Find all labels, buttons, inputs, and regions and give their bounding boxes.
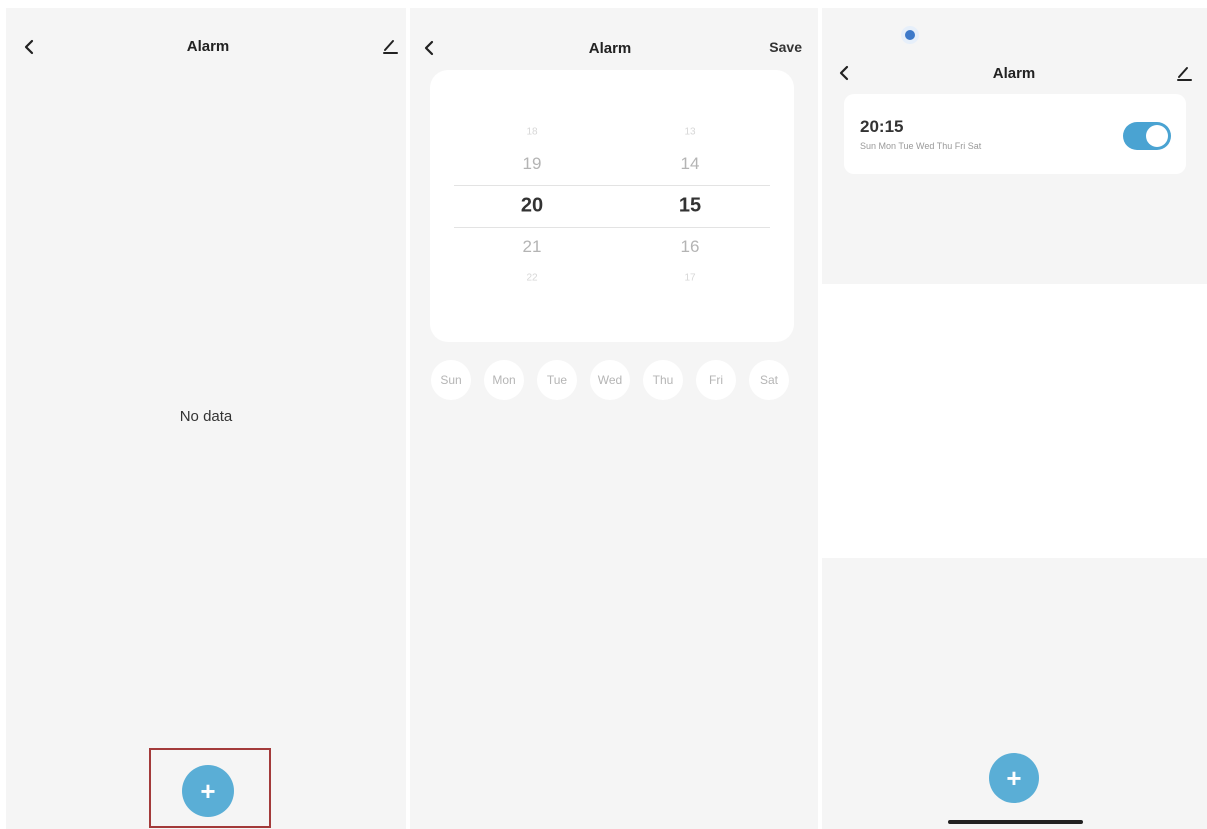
hour-option: 21 <box>522 237 542 256</box>
alarm-empty-screen: Alarm No data + <box>6 8 406 829</box>
day-chip-mon[interactable]: Mon <box>484 360 524 400</box>
add-alarm-button[interactable]: + <box>182 765 234 817</box>
hour-option: 22 <box>526 272 538 284</box>
pencil-icon <box>381 37 399 55</box>
minute-wheel[interactable]: 13 14 15 16 17 <box>630 70 750 342</box>
minute-option: 17 <box>684 272 696 284</box>
alarm-repeat-days: Sun Mon Tue Wed Thu Fri Sat <box>860 141 982 151</box>
home-indicator <box>948 820 1083 824</box>
content-panel <box>822 284 1207 558</box>
weekday-selector: Sun Mon Tue Wed Thu Fri Sat <box>430 360 794 400</box>
chevron-left-icon <box>23 39 35 55</box>
plus-icon: + <box>1006 763 1022 793</box>
page-title: Alarm <box>186 38 230 55</box>
day-chip-thu[interactable]: Thu <box>643 360 683 400</box>
alarm-time: 20:15 <box>860 117 904 136</box>
chevron-left-icon <box>838 65 850 81</box>
status-dot <box>901 26 919 44</box>
minute-selected: 15 <box>678 194 702 217</box>
back-button[interactable] <box>833 62 855 84</box>
minute-option: 14 <box>680 154 700 173</box>
hour-selected: 20 <box>520 194 544 217</box>
back-button[interactable] <box>18 36 40 58</box>
add-alarm-button[interactable]: + <box>989 753 1039 803</box>
save-button[interactable]: Save <box>769 39 802 55</box>
time-picker: 18 19 20 21 22 13 14 15 16 17 <box>430 70 794 342</box>
day-chip-sun[interactable]: Sun <box>431 360 471 400</box>
minute-option: 13 <box>684 126 696 138</box>
alarm-picker-screen: Alarm Save 18 19 20 21 22 13 14 15 16 17… <box>410 8 818 829</box>
day-chip-wed[interactable]: Wed <box>590 360 630 400</box>
empty-state-text: No data <box>179 408 233 425</box>
plus-icon: + <box>200 776 216 806</box>
pencil-icon <box>1175 64 1193 82</box>
alarm-item[interactable]: 20:15 Sun Mon Tue Wed Thu Fri Sat <box>844 94 1186 174</box>
minute-option: 16 <box>680 237 700 256</box>
alarm-toggle[interactable] <box>1123 122 1171 150</box>
edit-button[interactable] <box>379 35 401 57</box>
hour-wheel[interactable]: 18 19 20 21 22 <box>472 70 592 342</box>
day-chip-sat[interactable]: Sat <box>749 360 789 400</box>
hour-option: 18 <box>526 126 538 138</box>
alarm-list-screen: Alarm 20:15 Sun Mon Tue Wed Thu Fri Sat … <box>822 8 1207 829</box>
toggle-knob <box>1146 125 1168 147</box>
day-chip-tue[interactable]: Tue <box>537 360 577 400</box>
page-title: Alarm <box>992 65 1036 82</box>
chevron-left-icon <box>423 40 435 56</box>
back-button[interactable] <box>418 37 440 59</box>
page-title: Alarm <box>588 40 632 57</box>
day-chip-fri[interactable]: Fri <box>696 360 736 400</box>
edit-button[interactable] <box>1173 62 1195 84</box>
hour-option: 19 <box>522 154 542 173</box>
